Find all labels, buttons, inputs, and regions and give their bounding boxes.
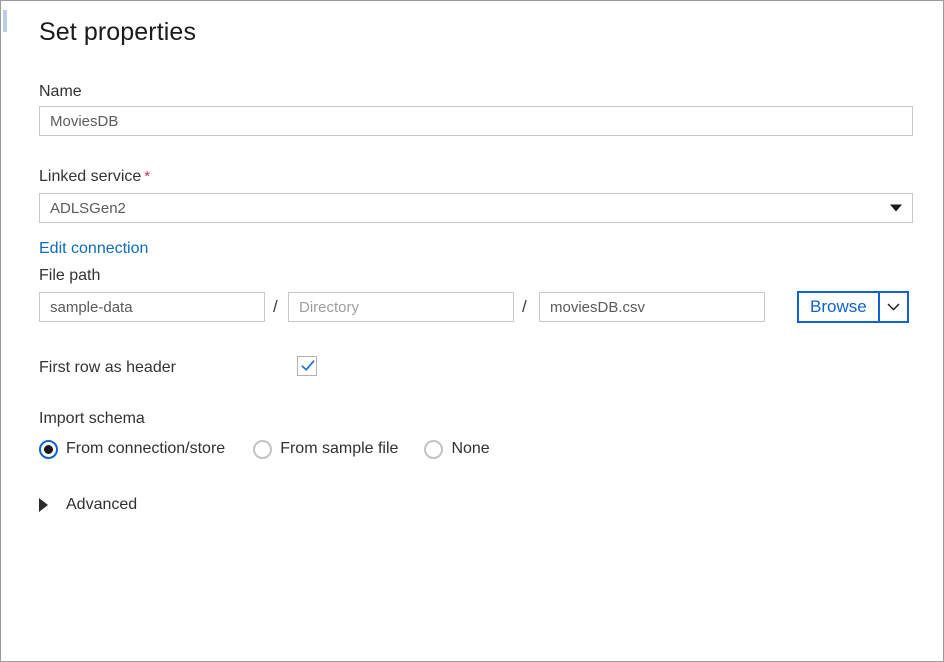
linked-service-label-text: Linked service — [39, 168, 141, 185]
path-separator-1: / — [273, 292, 278, 322]
file-path-container-input[interactable]: sample-data — [39, 292, 265, 322]
file-path-file-input[interactable]: moviesDB.csv — [539, 292, 765, 322]
radio-from-sample-file[interactable]: From sample file — [253, 439, 398, 459]
first-row-as-header-label: First row as header — [39, 358, 176, 378]
import-schema-radio-group: From connection/store From sample file N… — [39, 439, 490, 459]
advanced-expander[interactable]: Advanced — [39, 495, 137, 515]
file-path-directory-input[interactable]: Directory — [288, 292, 514, 322]
radio-none[interactable]: None — [424, 439, 489, 459]
chevron-down-icon — [887, 303, 900, 311]
browse-button-group[interactable]: Browse — [797, 291, 909, 323]
edit-connection-link[interactable]: Edit connection — [39, 239, 148, 259]
radio-dot-icon — [253, 440, 272, 459]
browse-button[interactable]: Browse — [799, 293, 878, 321]
chevron-down-icon — [890, 205, 902, 212]
file-path-directory-placeholder: Directory — [299, 299, 359, 316]
browse-dropdown-button[interactable] — [880, 293, 907, 321]
checkmark-icon — [300, 358, 316, 374]
linked-service-dropdown[interactable]: ADLSGen2 — [39, 193, 913, 223]
chevron-right-icon — [39, 498, 48, 512]
page-title: Set properties — [39, 15, 196, 49]
first-row-as-header-checkbox[interactable] — [297, 356, 317, 376]
advanced-label: Advanced — [66, 495, 137, 515]
name-input-value: MoviesDB — [50, 113, 118, 130]
file-path-label: File path — [39, 266, 100, 286]
linked-service-label: Linked service* — [39, 167, 150, 187]
set-properties-dialog: Set properties Name MoviesDB Linked serv… — [0, 0, 944, 662]
radio-from-connection-store[interactable]: From connection/store — [39, 439, 225, 459]
name-input[interactable]: MoviesDB — [39, 106, 913, 136]
radio-label: From connection/store — [66, 439, 225, 459]
path-separator-2: / — [522, 292, 527, 322]
required-asterisk: * — [144, 168, 150, 185]
radio-dot-icon — [424, 440, 443, 459]
file-path-file-value: moviesDB.csv — [550, 299, 645, 316]
radio-dot-icon — [39, 440, 58, 459]
import-schema-label: Import schema — [39, 409, 145, 429]
left-edge-indicator — [3, 10, 7, 32]
name-label: Name — [39, 82, 82, 102]
linked-service-value: ADLSGen2 — [50, 200, 126, 217]
radio-label: None — [451, 439, 489, 459]
radio-label: From sample file — [280, 439, 398, 459]
file-path-container-value: sample-data — [50, 299, 133, 316]
